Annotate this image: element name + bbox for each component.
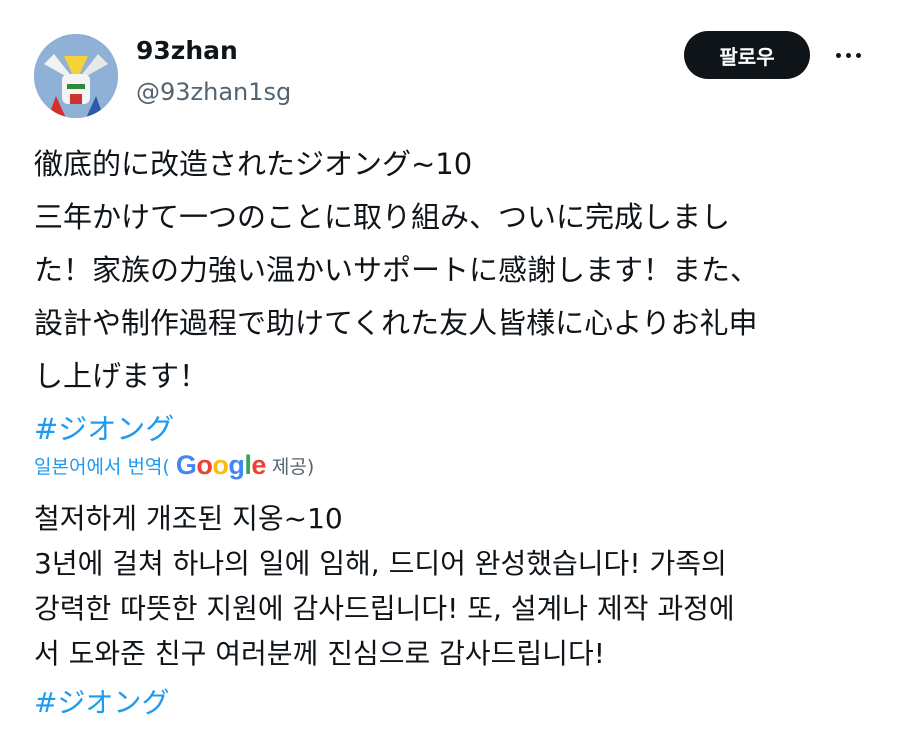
translated-text: 철저하게 개조된 지옹~10 3년에 걸쳐 하나의 일에 임해, 드디어 완성했… — [34, 496, 874, 725]
tweet-line: 徹底的に改造されたジオング~10 — [34, 147, 473, 181]
author-handle[interactable]: @93zhan1sg — [136, 78, 291, 106]
translate-provided: 제공) — [271, 456, 315, 478]
tweet-line: た！家族の力強い温かいサポートに感謝します！また、 — [34, 253, 760, 287]
tweet-line: し上げます！ — [34, 359, 209, 393]
translated-line: 강력한 따뜻한 지원에 감사드립니다! 또, 설계나 제작 과정에 — [34, 592, 735, 625]
follow-button[interactable]: 팔로우 — [684, 31, 810, 79]
more-dots-icon[interactable] — [828, 40, 868, 70]
translated-line: 3년에 걸쳐 하나의 일에 임해, 드디어 완성했습니다! 가족의 — [34, 547, 727, 580]
translated-line: 서 도와준 친구 여러분께 진심으로 감사드립니다! — [34, 637, 605, 670]
author-name[interactable]: 93zhan — [136, 36, 238, 65]
tweet-line: 設計や制作過程で助けてくれた友人皆様に心よりお礼申 — [34, 306, 758, 340]
translation-attribution[interactable]: 일본어에서 번역( Google 제공) — [34, 450, 314, 481]
hashtag-link[interactable]: #ジオング — [34, 403, 874, 456]
gundam-head-avatar-image — [34, 34, 118, 118]
translate-label[interactable]: 일본어에서 번역( — [34, 452, 170, 479]
tweet-line: 三年かけて一つのことに取り組み、ついに完成しまし — [34, 200, 731, 234]
tweet-text: 徹底的に改造されたジオング~10 三年かけて一つのことに取り組み、ついに完成しま… — [34, 138, 874, 456]
google-logo: Google — [175, 450, 267, 480]
avatar[interactable] — [34, 34, 118, 118]
translated-line: 철저하게 개조된 지옹~10 — [34, 502, 343, 535]
translated-hashtag-link[interactable]: #ジオング — [34, 680, 874, 725]
